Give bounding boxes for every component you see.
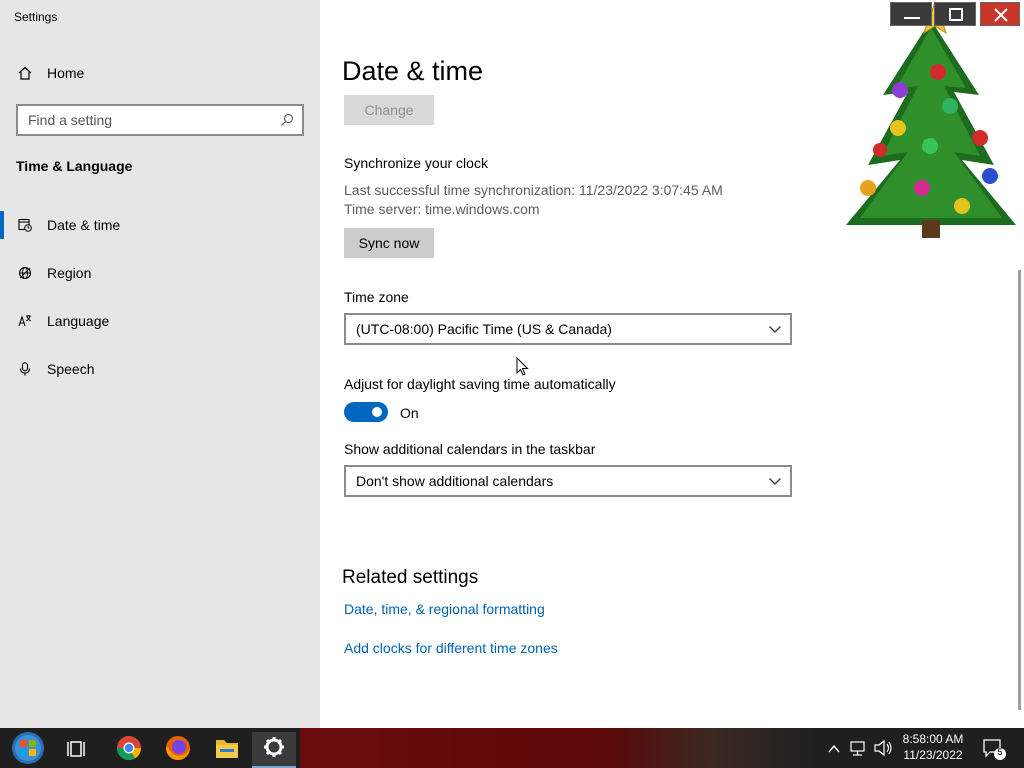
- notification-icon: [983, 739, 1006, 760]
- sidebar-item-region[interactable]: Region: [0, 255, 320, 291]
- taskbar-background-strip: [300, 728, 815, 768]
- taskbar-clock[interactable]: 8:58:00 AM 11/23/2022: [898, 731, 968, 763]
- chrome-taskbar-button[interactable]: [107, 732, 151, 768]
- mouse-cursor-icon: [516, 357, 529, 376]
- network-icon[interactable]: [848, 728, 868, 768]
- sidebar: Settings Home Time & Language Date & tim…: [0, 0, 320, 728]
- task-view-button[interactable]: [56, 732, 100, 768]
- microphone-icon: [19, 362, 31, 376]
- home-nav-item[interactable]: Home: [0, 58, 320, 88]
- change-button[interactable]: Change: [344, 95, 434, 125]
- calendars-value: Don't show additional calendars: [356, 473, 554, 489]
- page-title: Date & time: [342, 56, 484, 86]
- close-icon: [994, 8, 1008, 22]
- toggle-knob: [372, 407, 382, 417]
- gear-icon: [264, 737, 284, 757]
- chevron-down-icon: [769, 326, 781, 333]
- sync-heading: Synchronize your clock: [344, 155, 488, 171]
- sidebar-item-speech[interactable]: Speech: [0, 351, 320, 387]
- taskbar: 8:58:00 AM 11/23/2022 5: [0, 728, 1024, 768]
- chevron-up-icon[interactable]: [826, 728, 842, 768]
- regional-formatting-link[interactable]: Date, time, & regional formatting: [344, 601, 545, 617]
- settings-taskbar-button[interactable]: [252, 732, 296, 768]
- daylight-label: Adjust for daylight saving time automati…: [344, 376, 616, 392]
- sidebar-item-label: Language: [47, 313, 110, 329]
- section-title: Time & Language: [16, 158, 133, 174]
- search-box[interactable]: [16, 104, 304, 136]
- search-input[interactable]: [18, 106, 268, 134]
- calendar-clock-icon: [18, 218, 32, 232]
- close-button[interactable]: [980, 2, 1020, 26]
- sidebar-item-label: Speech: [47, 361, 95, 377]
- time-server-text: Time server: time.windows.com: [344, 201, 540, 217]
- minimize-icon: [904, 17, 920, 19]
- minimize-button[interactable]: [890, 2, 932, 26]
- time-zone-dropdown[interactable]: (UTC-08:00) Pacific Time (US & Canada): [344, 313, 792, 345]
- time-zone-value: (UTC-08:00) Pacific Time (US & Canada): [356, 321, 612, 337]
- maximize-icon: [949, 8, 963, 21]
- windows-logo-icon: [12, 732, 44, 764]
- calendars-label: Show additional calendars in the taskbar: [344, 441, 596, 457]
- language-icon: [18, 315, 32, 327]
- last-sync-text: Last successful time synchronization: 11…: [344, 182, 723, 198]
- volume-icon[interactable]: [872, 728, 894, 768]
- file-explorer-taskbar-button[interactable]: [205, 732, 249, 768]
- maximize-button[interactable]: [934, 2, 976, 26]
- sidebar-item-label: Region: [47, 265, 92, 281]
- app-title: Settings: [14, 10, 58, 24]
- calendars-dropdown[interactable]: Don't show additional calendars: [344, 465, 792, 497]
- sync-now-button[interactable]: Sync now: [344, 228, 434, 258]
- clock-time: 8:58:00 AM: [902, 732, 964, 746]
- start-button[interactable]: [4, 728, 48, 768]
- sidebar-item-language[interactable]: Language: [0, 303, 320, 339]
- globe-icon: [18, 266, 32, 280]
- chrome-icon: [117, 736, 141, 761]
- folder-icon: [216, 740, 238, 758]
- home-icon: [18, 66, 32, 80]
- chevron-down-icon: [769, 478, 781, 485]
- time-zone-label: Time zone: [344, 289, 409, 305]
- sidebar-item-label: Date & time: [47, 217, 121, 233]
- firefox-taskbar-button[interactable]: [156, 732, 200, 768]
- daylight-toggle[interactable]: [344, 402, 388, 422]
- scrollbar[interactable]: [1018, 270, 1021, 710]
- christmas-tree-image: [846, 0, 1016, 238]
- related-settings-title: Related settings: [342, 567, 479, 588]
- task-view-icon: [67, 741, 85, 757]
- add-clocks-link[interactable]: Add clocks for different time zones: [344, 640, 558, 656]
- clock-date: 11/23/2022: [903, 748, 963, 762]
- notification-count: 5: [997, 747, 1003, 757]
- daylight-state-text: On: [400, 405, 419, 421]
- home-label: Home: [47, 65, 85, 81]
- search-icon[interactable]: [280, 113, 294, 127]
- firefox-icon: [166, 736, 190, 760]
- notification-center-button[interactable]: 5: [980, 728, 1010, 768]
- sidebar-item-date-time[interactable]: Date & time: [0, 207, 320, 243]
